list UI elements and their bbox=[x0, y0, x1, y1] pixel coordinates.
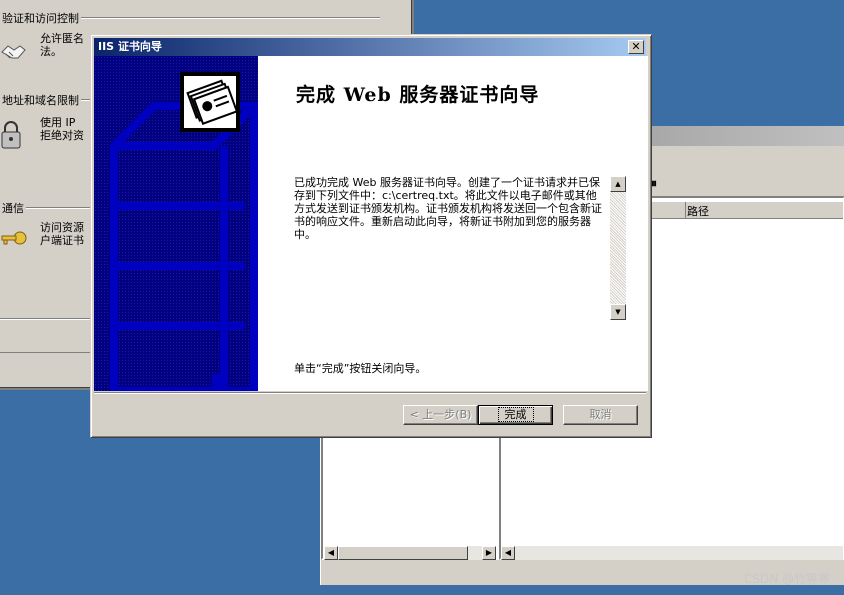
message-textbox[interactable]: 已成功完成 Web 服务器证书向导。创建了一个证书请求并已保存到下列文件中：c:… bbox=[294, 176, 626, 320]
certificate-icon-frame bbox=[180, 72, 240, 132]
secure-text-line1: 访问资源 bbox=[40, 221, 84, 234]
wizard-heading: 完成 Web 服务器证书向导 bbox=[296, 84, 540, 106]
certificate-icon bbox=[180, 72, 240, 132]
scroll-thumb[interactable] bbox=[338, 546, 468, 560]
finish-button-label: 完成 bbox=[497, 407, 534, 422]
auth-text-line2: 法。 bbox=[40, 45, 62, 58]
list-hscrollbar[interactable]: ◀ bbox=[501, 546, 843, 560]
cancel-button[interactable]: 取消 bbox=[563, 405, 638, 425]
scroll-right-icon[interactable]: ▶ bbox=[482, 546, 496, 560]
tree-hscrollbar[interactable]: ◀ ▶ bbox=[324, 546, 496, 560]
message-vscrollbar[interactable]: ▲ ▼ bbox=[610, 176, 626, 320]
message-text: 已成功完成 Web 服务器证书向导。创建了一个证书请求并已保存到下列文件中：c:… bbox=[294, 176, 602, 241]
auth-text-line1: 允许匿名 bbox=[40, 32, 84, 45]
wizard-content: 完成 Web 服务器证书向导 已成功完成 Web 服务器证书向导。创建了一个证书… bbox=[258, 56, 648, 391]
close-button[interactable]: ✕ bbox=[628, 40, 644, 54]
wizard-titlebar[interactable]: IIS 证书向导 ✕ bbox=[94, 38, 646, 56]
button-separator bbox=[94, 392, 646, 394]
key-icon bbox=[1, 231, 27, 245]
certificate-wizard-dialog: IIS 证书向导 ✕ 完成 Web 服务器证书向导 已成功完成 Web 服务器证… bbox=[90, 34, 652, 438]
back-button[interactable]: < 上一步(B) bbox=[403, 405, 478, 425]
wizard-title: IIS 证书向导 bbox=[98, 40, 162, 53]
finish-instruction: 单击“完成”按钮关闭向导。 bbox=[294, 362, 427, 375]
close-icon: ✕ bbox=[631, 40, 641, 53]
button-row-edge bbox=[0, 352, 90, 353]
scroll-up-icon[interactable]: ▲ bbox=[610, 176, 626, 192]
column-header-path[interactable]: 路径 bbox=[687, 203, 709, 219]
section-secure-label: 通信 bbox=[0, 200, 26, 216]
scroll-left-icon[interactable]: ◀ bbox=[501, 546, 515, 560]
scroll-left-icon[interactable]: ◀ bbox=[324, 546, 338, 560]
wizard-side-banner bbox=[94, 56, 258, 391]
scroll-down-icon[interactable]: ▼ bbox=[610, 304, 626, 320]
section-auth-label: 验证和访问控制 bbox=[0, 10, 81, 26]
ip-text-line2: 拒绝对资 bbox=[40, 129, 84, 142]
secure-text-line2: 户端证书 bbox=[40, 234, 84, 247]
ip-text-line1: 使用 IP bbox=[40, 116, 76, 129]
section-ip-label: 地址和域名限制 bbox=[0, 92, 81, 108]
handshake-icon bbox=[1, 45, 26, 59]
lock-icon bbox=[1, 121, 21, 149]
finish-button[interactable]: 完成 bbox=[478, 405, 553, 425]
watermark: CSDN @竹等寒 bbox=[743, 572, 830, 586]
